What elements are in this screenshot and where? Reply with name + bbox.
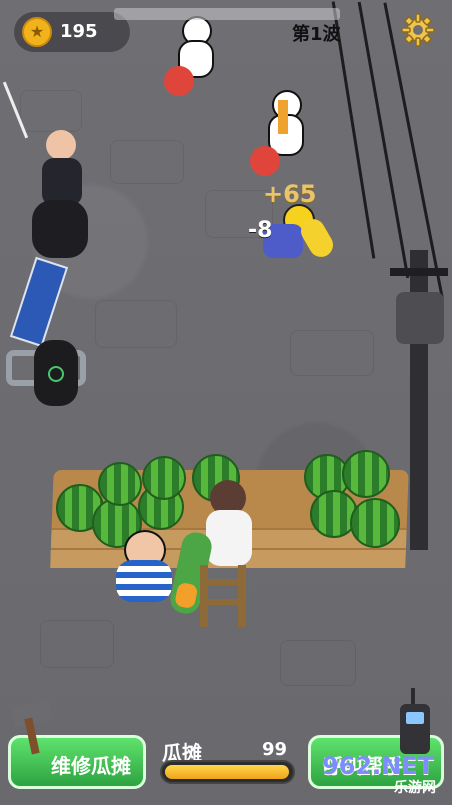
wave-label: 第1波 [292, 24, 341, 45]
wave-progress-bar [114, 8, 340, 20]
panda-enemy [164, 16, 226, 100]
watermelon [98, 462, 142, 506]
cobblestone [290, 330, 374, 376]
cobblestone [40, 620, 114, 668]
stall-health-fill [165, 765, 289, 779]
wooden-chair [196, 565, 250, 627]
repair-stall-label: 维修瓜摊 [51, 754, 131, 778]
watermark-text: 962.NET [322, 752, 435, 780]
watermelon [342, 450, 390, 498]
stall-health-bar [160, 760, 295, 784]
cobblestone [95, 300, 177, 348]
hammer-icon [6, 700, 54, 756]
watermark: 962.NET 乐游网 [322, 752, 446, 798]
coin-icon: ★ [22, 17, 52, 47]
watermark-subtext: 乐游网 [394, 780, 436, 796]
walkie-talkie-icon [400, 688, 434, 758]
coin-gain-text: +65 [263, 180, 317, 208]
watermelon [350, 498, 400, 548]
watermelon [142, 456, 186, 500]
damage-number: -8 [248, 218, 273, 243]
stall-health-value: 99 [262, 739, 288, 760]
panda-enemy-2 [248, 88, 310, 184]
cobblestone [110, 140, 184, 184]
game-scene: +65 -8 [0, 0, 452, 805]
cobblestone [280, 640, 356, 686]
coin-count: 195 [60, 21, 98, 42]
coin-counter: ★ 195 [14, 12, 130, 52]
gear-icon[interactable] [400, 12, 436, 48]
scooter-thug [2, 81, 94, 270]
trash-bag [34, 340, 78, 406]
bald-boy-player [104, 530, 184, 622]
